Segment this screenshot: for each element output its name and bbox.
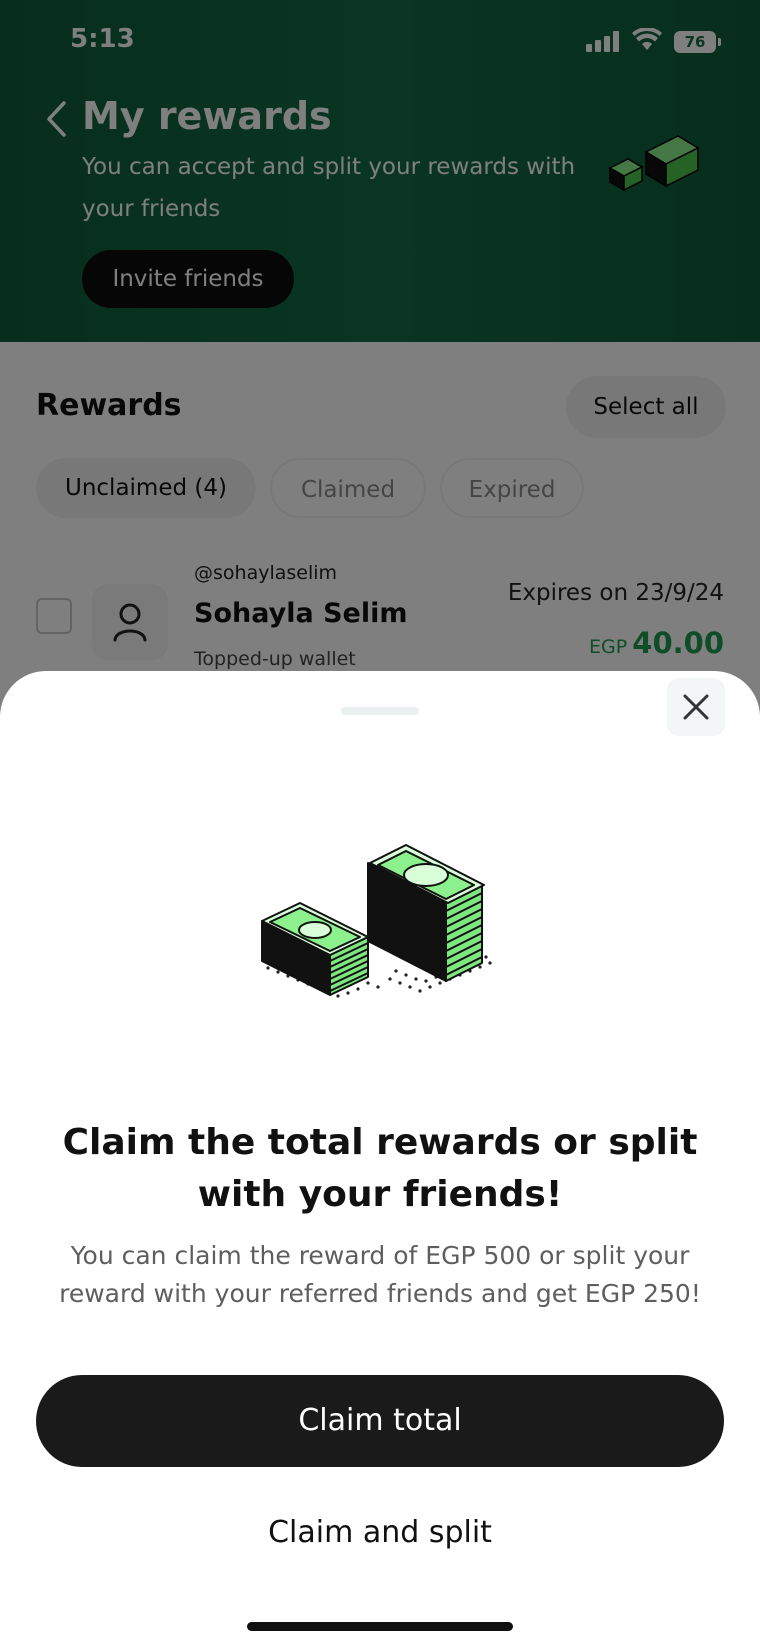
sheet-title: Claim the total rewards or split with yo… [62,1122,698,1215]
home-indicator [247,1622,513,1631]
claim-and-split-button[interactable]: Claim and split [36,1491,724,1575]
claim-bottom-sheet: Claim the total rewards or split with yo… [0,671,760,1644]
close-button[interactable] [667,678,725,736]
claim-total-button[interactable]: Claim total [36,1375,724,1467]
money-stack-icon [261,844,492,998]
close-icon [683,694,709,720]
sheet-body: You can claim the reward of EGP 500 or s… [59,1241,701,1308]
drag-handle[interactable] [341,707,419,715]
